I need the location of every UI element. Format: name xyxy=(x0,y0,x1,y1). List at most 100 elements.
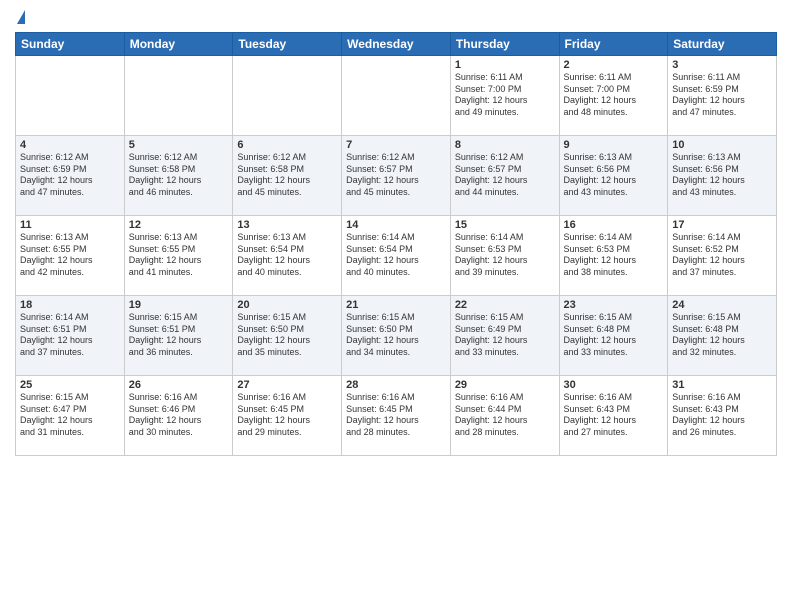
day-info: Sunrise: 6:14 AM Sunset: 6:54 PM Dayligh… xyxy=(346,232,446,279)
day-number: 25 xyxy=(20,379,120,391)
calendar-cell: 15Sunrise: 6:14 AM Sunset: 6:53 PM Dayli… xyxy=(450,216,559,296)
calendar-cell: 30Sunrise: 6:16 AM Sunset: 6:43 PM Dayli… xyxy=(559,376,668,456)
calendar-cell: 21Sunrise: 6:15 AM Sunset: 6:50 PM Dayli… xyxy=(342,296,451,376)
calendar-cell xyxy=(124,56,233,136)
calendar-cell: 24Sunrise: 6:15 AM Sunset: 6:48 PM Dayli… xyxy=(668,296,777,376)
calendar-cell: 27Sunrise: 6:16 AM Sunset: 6:45 PM Dayli… xyxy=(233,376,342,456)
day-number: 8 xyxy=(455,139,555,151)
day-info: Sunrise: 6:16 AM Sunset: 6:46 PM Dayligh… xyxy=(129,392,229,439)
day-number: 24 xyxy=(672,299,772,311)
day-info: Sunrise: 6:15 AM Sunset: 6:50 PM Dayligh… xyxy=(237,312,337,359)
day-info: Sunrise: 6:12 AM Sunset: 6:57 PM Dayligh… xyxy=(346,152,446,199)
day-info: Sunrise: 6:14 AM Sunset: 6:52 PM Dayligh… xyxy=(672,232,772,279)
day-info: Sunrise: 6:15 AM Sunset: 6:50 PM Dayligh… xyxy=(346,312,446,359)
day-number: 6 xyxy=(237,139,337,151)
day-header-sunday: Sunday xyxy=(16,33,125,56)
day-header-tuesday: Tuesday xyxy=(233,33,342,56)
week-row-1: 1Sunrise: 6:11 AM Sunset: 7:00 PM Daylig… xyxy=(16,56,777,136)
day-info: Sunrise: 6:15 AM Sunset: 6:48 PM Dayligh… xyxy=(672,312,772,359)
day-header-friday: Friday xyxy=(559,33,668,56)
day-number: 3 xyxy=(672,59,772,71)
day-header-thursday: Thursday xyxy=(450,33,559,56)
calendar-cell: 19Sunrise: 6:15 AM Sunset: 6:51 PM Dayli… xyxy=(124,296,233,376)
day-number: 10 xyxy=(672,139,772,151)
calendar-cell: 4Sunrise: 6:12 AM Sunset: 6:59 PM Daylig… xyxy=(16,136,125,216)
day-number: 23 xyxy=(564,299,664,311)
calendar-cell: 22Sunrise: 6:15 AM Sunset: 6:49 PM Dayli… xyxy=(450,296,559,376)
week-row-5: 25Sunrise: 6:15 AM Sunset: 6:47 PM Dayli… xyxy=(16,376,777,456)
day-info: Sunrise: 6:13 AM Sunset: 6:55 PM Dayligh… xyxy=(20,232,120,279)
calendar-cell: 16Sunrise: 6:14 AM Sunset: 6:53 PM Dayli… xyxy=(559,216,668,296)
day-info: Sunrise: 6:15 AM Sunset: 6:47 PM Dayligh… xyxy=(20,392,120,439)
calendar-cell xyxy=(342,56,451,136)
day-info: Sunrise: 6:15 AM Sunset: 6:49 PM Dayligh… xyxy=(455,312,555,359)
day-info: Sunrise: 6:15 AM Sunset: 6:48 PM Dayligh… xyxy=(564,312,664,359)
week-row-4: 18Sunrise: 6:14 AM Sunset: 6:51 PM Dayli… xyxy=(16,296,777,376)
calendar-cell: 20Sunrise: 6:15 AM Sunset: 6:50 PM Dayli… xyxy=(233,296,342,376)
day-number: 9 xyxy=(564,139,664,151)
day-number: 18 xyxy=(20,299,120,311)
day-info: Sunrise: 6:11 AM Sunset: 7:00 PM Dayligh… xyxy=(455,72,555,119)
day-number: 1 xyxy=(455,59,555,71)
calendar-cell: 5Sunrise: 6:12 AM Sunset: 6:58 PM Daylig… xyxy=(124,136,233,216)
day-number: 7 xyxy=(346,139,446,151)
day-number: 12 xyxy=(129,219,229,231)
day-number: 14 xyxy=(346,219,446,231)
day-info: Sunrise: 6:12 AM Sunset: 6:58 PM Dayligh… xyxy=(237,152,337,199)
day-number: 20 xyxy=(237,299,337,311)
day-number: 26 xyxy=(129,379,229,391)
calendar-cell: 13Sunrise: 6:13 AM Sunset: 6:54 PM Dayli… xyxy=(233,216,342,296)
day-number: 22 xyxy=(455,299,555,311)
day-number: 31 xyxy=(672,379,772,391)
calendar-cell: 3Sunrise: 6:11 AM Sunset: 6:59 PM Daylig… xyxy=(668,56,777,136)
day-number: 4 xyxy=(20,139,120,151)
calendar-cell: 31Sunrise: 6:16 AM Sunset: 6:43 PM Dayli… xyxy=(668,376,777,456)
day-info: Sunrise: 6:12 AM Sunset: 6:58 PM Dayligh… xyxy=(129,152,229,199)
calendar-cell: 18Sunrise: 6:14 AM Sunset: 6:51 PM Dayli… xyxy=(16,296,125,376)
day-info: Sunrise: 6:13 AM Sunset: 6:56 PM Dayligh… xyxy=(672,152,772,199)
day-info: Sunrise: 6:16 AM Sunset: 6:44 PM Dayligh… xyxy=(455,392,555,439)
day-number: 5 xyxy=(129,139,229,151)
page: SundayMondayTuesdayWednesdayThursdayFrid… xyxy=(0,0,792,612)
day-headers-row: SundayMondayTuesdayWednesdayThursdayFrid… xyxy=(16,33,777,56)
calendar-cell: 8Sunrise: 6:12 AM Sunset: 6:57 PM Daylig… xyxy=(450,136,559,216)
calendar-cell: 11Sunrise: 6:13 AM Sunset: 6:55 PM Dayli… xyxy=(16,216,125,296)
day-info: Sunrise: 6:13 AM Sunset: 6:55 PM Dayligh… xyxy=(129,232,229,279)
calendar-cell: 12Sunrise: 6:13 AM Sunset: 6:55 PM Dayli… xyxy=(124,216,233,296)
day-info: Sunrise: 6:16 AM Sunset: 6:43 PM Dayligh… xyxy=(672,392,772,439)
day-number: 19 xyxy=(129,299,229,311)
day-number: 27 xyxy=(237,379,337,391)
day-info: Sunrise: 6:12 AM Sunset: 6:59 PM Dayligh… xyxy=(20,152,120,199)
calendar-cell: 28Sunrise: 6:16 AM Sunset: 6:45 PM Dayli… xyxy=(342,376,451,456)
day-number: 29 xyxy=(455,379,555,391)
calendar-cell: 29Sunrise: 6:16 AM Sunset: 6:44 PM Dayli… xyxy=(450,376,559,456)
calendar-cell: 10Sunrise: 6:13 AM Sunset: 6:56 PM Dayli… xyxy=(668,136,777,216)
calendar: SundayMondayTuesdayWednesdayThursdayFrid… xyxy=(15,32,777,456)
day-info: Sunrise: 6:16 AM Sunset: 6:43 PM Dayligh… xyxy=(564,392,664,439)
week-row-2: 4Sunrise: 6:12 AM Sunset: 6:59 PM Daylig… xyxy=(16,136,777,216)
day-number: 30 xyxy=(564,379,664,391)
calendar-cell: 14Sunrise: 6:14 AM Sunset: 6:54 PM Dayli… xyxy=(342,216,451,296)
calendar-cell: 17Sunrise: 6:14 AM Sunset: 6:52 PM Dayli… xyxy=(668,216,777,296)
day-info: Sunrise: 6:11 AM Sunset: 7:00 PM Dayligh… xyxy=(564,72,664,119)
day-info: Sunrise: 6:16 AM Sunset: 6:45 PM Dayligh… xyxy=(346,392,446,439)
day-info: Sunrise: 6:15 AM Sunset: 6:51 PM Dayligh… xyxy=(129,312,229,359)
calendar-cell: 9Sunrise: 6:13 AM Sunset: 6:56 PM Daylig… xyxy=(559,136,668,216)
calendar-body: 1Sunrise: 6:11 AM Sunset: 7:00 PM Daylig… xyxy=(16,56,777,456)
day-info: Sunrise: 6:12 AM Sunset: 6:57 PM Dayligh… xyxy=(455,152,555,199)
logo xyxy=(15,10,25,24)
day-info: Sunrise: 6:14 AM Sunset: 6:51 PM Dayligh… xyxy=(20,312,120,359)
calendar-cell: 7Sunrise: 6:12 AM Sunset: 6:57 PM Daylig… xyxy=(342,136,451,216)
day-header-wednesday: Wednesday xyxy=(342,33,451,56)
day-info: Sunrise: 6:14 AM Sunset: 6:53 PM Dayligh… xyxy=(564,232,664,279)
logo-triangle-icon xyxy=(17,10,25,24)
calendar-cell: 1Sunrise: 6:11 AM Sunset: 7:00 PM Daylig… xyxy=(450,56,559,136)
day-info: Sunrise: 6:14 AM Sunset: 6:53 PM Dayligh… xyxy=(455,232,555,279)
calendar-cell: 26Sunrise: 6:16 AM Sunset: 6:46 PM Dayli… xyxy=(124,376,233,456)
day-number: 17 xyxy=(672,219,772,231)
calendar-header: SundayMondayTuesdayWednesdayThursdayFrid… xyxy=(16,33,777,56)
day-header-saturday: Saturday xyxy=(668,33,777,56)
day-info: Sunrise: 6:13 AM Sunset: 6:56 PM Dayligh… xyxy=(564,152,664,199)
day-number: 21 xyxy=(346,299,446,311)
day-number: 28 xyxy=(346,379,446,391)
